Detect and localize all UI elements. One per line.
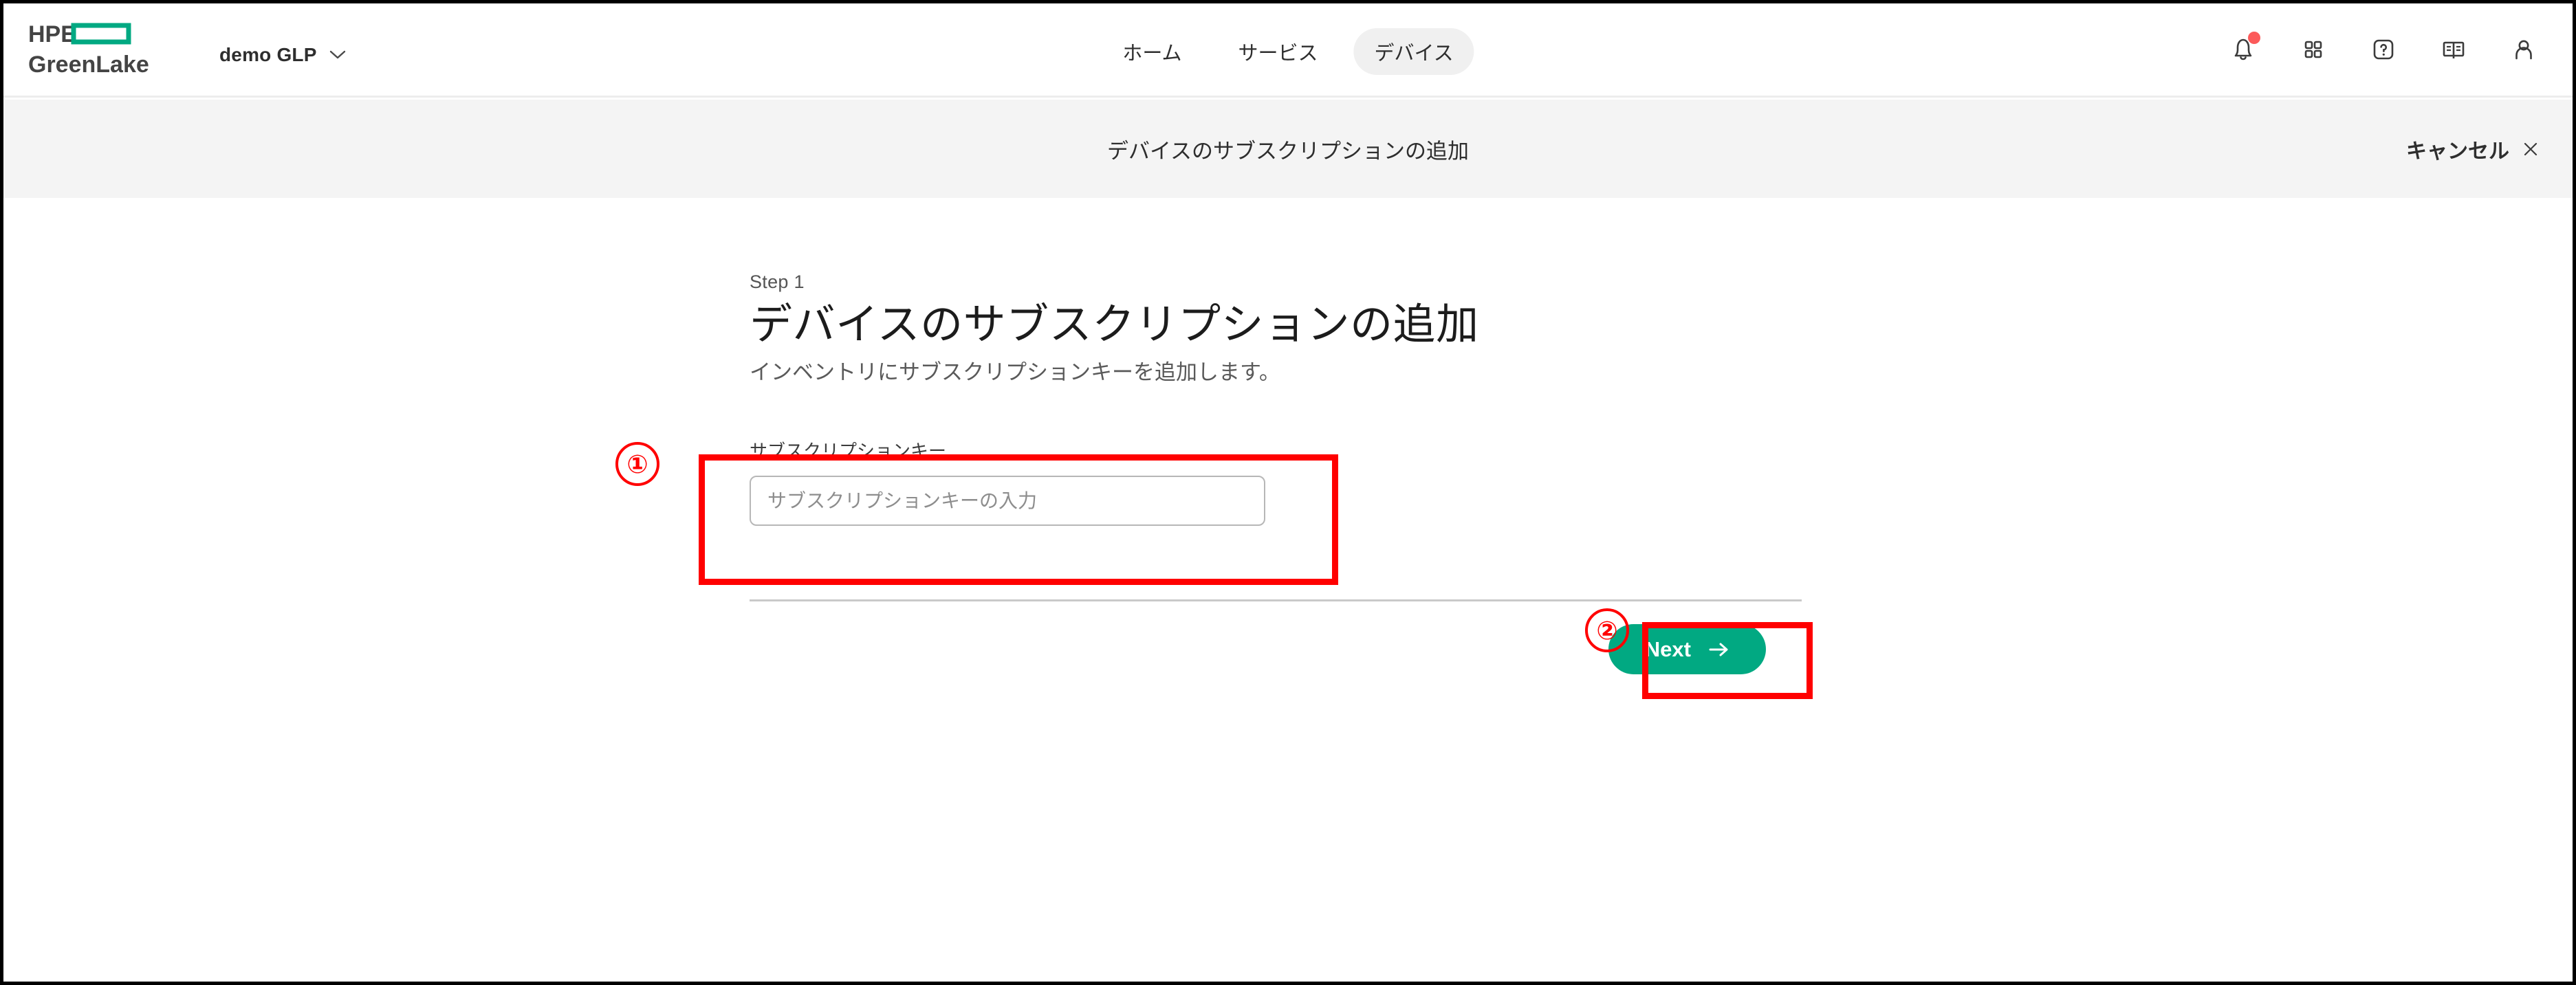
logo-greenlake-text: GreenLake [28,52,149,78]
bell-icon[interactable] [2227,32,2260,65]
nav-item-home[interactable]: ホーム [1102,28,1202,75]
hpe-greenlake-logo[interactable]: HPE GreenLake [28,20,174,80]
arrow-right-icon [1709,643,1728,656]
wizard-title: デバイスのサブスクリプションの追加 [1106,139,1470,163]
page-subtitle: インベントリにサブスクリプションキーを追加します。 [750,360,1280,385]
logo-hpe-text: HPE [28,21,76,47]
wizard-step-block: Step 1 デバイスのサブスクリプションの追加 インベントリにサブスクリプショ… [750,272,1802,527]
cancel-label: キャンセル [2406,140,2509,163]
step-indicator: Step 1 [750,272,805,292]
close-x-icon [2524,142,2537,155]
next-button-label: Next [1644,637,1691,661]
book-docs-icon[interactable] [2438,34,2469,65]
cancel-button[interactable]: キャンセル [2406,134,2540,164]
browser-viewport: HPE GreenLake demo GLP ホーム サービス デバイス デバイ… [3,3,2573,982]
org-switcher[interactable]: demo GLP [215,37,350,73]
app-header: HPE GreenLake demo GLP ホーム サービス デバイス [3,3,2573,98]
nav-item-devices[interactable]: デバイス [1353,28,1474,75]
header-icon-group [2227,32,2540,65]
wizard-subheader: デバイスのサブスクリプションの追加 キャンセル [3,100,2573,198]
chevron-down-icon [329,50,345,59]
hpe-green-rect-icon [71,23,131,45]
wizard-actions: Next [750,624,1802,674]
subscription-key-input[interactable] [750,476,1265,527]
org-name-label: demo GLP [219,44,317,65]
user-profile-icon[interactable] [2508,34,2540,65]
notification-badge [2248,32,2260,44]
apps-grid-icon[interactable] [2297,34,2329,65]
section-divider [750,599,1802,601]
help-question-icon[interactable] [2368,34,2399,65]
main-navigation: ホーム サービス デバイス [1102,28,1474,75]
subscription-key-field: サブスクリプションキー [750,437,1802,527]
brand-zone: HPE GreenLake demo GLP [28,20,350,80]
next-button[interactable]: Next [1608,624,1766,674]
nav-item-services[interactable]: サービス [1217,28,1338,75]
main-content: Step 1 デバイスのサブスクリプションの追加 インベントリにサブスクリプショ… [3,198,2573,982]
subscription-key-label: サブスクリプションキー [750,441,947,462]
screenshot-frame: HPE GreenLake demo GLP ホーム サービス デバイス デバイ… [0,0,2576,985]
page-title: デバイスのサブスクリプションの追加 [750,301,1479,348]
